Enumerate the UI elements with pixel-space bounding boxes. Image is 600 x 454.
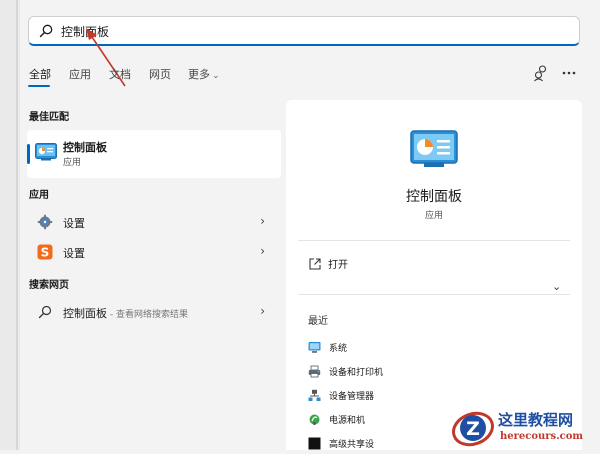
list-item-label: 设置 [63,247,85,260]
power-icon [309,414,320,425]
recent-item-label: 系统 [329,344,348,354]
svg-text:Z: Z [466,418,480,440]
tab-more[interactable]: 更多 ⌄ [188,66,220,82]
watermark-title: 这里教程网 [498,411,574,429]
detail-title: 控制面板 [406,189,462,205]
search-icon [39,24,53,38]
recent-heading: 最近 [308,316,328,327]
list-item-settings[interactable]: 设置 › [27,209,281,235]
open-label: 打开 [328,260,348,271]
active-tab-indicator [28,85,50,87]
list-item-web-search[interactable]: 控制面板 - 查看网络搜索结果 › [27,299,281,325]
sogou-s-icon: S [37,244,53,260]
best-match-title: 控制面板 [63,141,107,154]
chevron-right-icon[interactable]: › [260,214,265,228]
system-icon [308,342,321,353]
sharing-icon [308,437,321,450]
web-search-term: 控制面板 [63,307,107,320]
chevron-down-icon[interactable]: ⌄ [552,280,561,293]
account-switch-icon[interactable] [532,64,550,82]
recent-item-label: 设备和打印机 [329,368,384,378]
background-window-edge [0,0,20,450]
result-detail-pane: 控制面板 应用 打开 ⌄ 最近 系统 设备和打印机 设备管理器 电源和机 高级共… [286,100,582,450]
gear-icon [37,214,53,230]
selection-indicator [27,144,30,164]
svg-text:S: S [41,246,50,260]
open-external-icon [309,258,321,270]
printer-icon [308,365,321,378]
tab-web[interactable]: 网页 [149,66,171,82]
divider [298,240,570,241]
tab-all[interactable]: 全部 [29,66,51,82]
control-panel-icon [410,130,458,167]
list-item-sogou-settings[interactable]: S 设置 › [27,239,281,265]
control-panel-icon [35,143,57,161]
tab-more-label: 更多 [188,68,210,81]
tab-apps[interactable]: 应用 [69,66,91,82]
watermark-logo: Z [452,411,494,447]
chevron-down-icon: ⌄ [212,71,220,81]
site-watermark: Z 这里教程网 herecours.com [448,404,600,450]
list-item-label: 设置 [63,217,85,230]
search-icon [38,305,52,319]
tab-documents[interactable]: 文档 [109,66,131,82]
more-options-icon[interactable] [560,64,578,82]
chevron-right-icon[interactable]: › [260,304,265,318]
best-match-heading: 最佳匹配 [29,112,69,123]
web-search-heading: 搜索网页 [29,280,69,291]
recent-item-label: 高级共享设 [329,440,375,450]
recent-item-label: 电源和机 [329,416,366,426]
web-search-suffix: - 查看网络搜索结果 [107,310,188,320]
divider [298,294,570,295]
recent-item-label: 设备管理器 [329,392,375,402]
chevron-right-icon[interactable]: › [260,244,265,258]
best-match-result[interactable]: 控制面板 应用 [27,130,281,178]
device-manager-icon [308,389,321,401]
detail-subtitle: 应用 [424,211,443,221]
watermark-domain: herecours.com [500,431,584,442]
apps-heading: 应用 [29,190,49,201]
best-match-subtitle: 应用 [63,158,82,168]
